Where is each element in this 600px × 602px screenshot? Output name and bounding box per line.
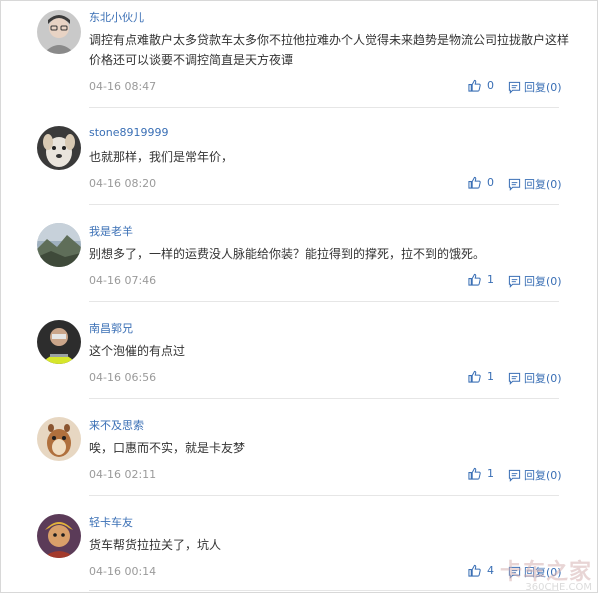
- like-button[interactable]: 1: [468, 370, 494, 383]
- avatar-landscape-icon: [37, 223, 81, 267]
- comment-time: 04-16 02:11: [89, 468, 157, 481]
- reply-comment-icon: [508, 372, 521, 385]
- reply-button[interactable]: 回复(0): [508, 273, 562, 289]
- divider: [89, 398, 559, 399]
- reply-label: 回复(0): [524, 469, 562, 482]
- comment-text: 这个泡催的有点过: [89, 344, 186, 358]
- username[interactable]: 南昌郭兄: [89, 320, 133, 336]
- comment-text: 别想多了，一样的运费没人脉能给你装？能拉得到的撑死，拉不到的饿死。: [89, 247, 486, 261]
- comment-item: 我是老羊 别想多了，一样的运费没人脉能给你装？能拉得到的撑死，拉不到的饿死。 0…: [0, 214, 600, 311]
- like-button[interactable]: 0: [468, 79, 494, 92]
- like-button[interactable]: 4: [468, 564, 494, 577]
- comment-text: 调控有点难散户太多贷款车太多你不拉他拉难办个人觉得未来趋势是物流公司拉拢散户这样…: [89, 33, 570, 67]
- thumbs-up-icon: [468, 370, 481, 383]
- reply-label: 回复(0): [524, 178, 562, 191]
- user-avatar[interactable]: [37, 223, 81, 267]
- username[interactable]: 东北小伙儿: [89, 9, 144, 25]
- thumbs-up-icon: [468, 176, 481, 189]
- divider: [89, 495, 559, 496]
- thumbs-up-icon: [468, 564, 481, 577]
- username[interactable]: 来不及思索: [89, 417, 144, 433]
- reply-button[interactable]: 回复(0): [508, 467, 562, 483]
- user-avatar[interactable]: [37, 514, 81, 558]
- reply-button[interactable]: 回复(0): [508, 370, 562, 386]
- like-count: 1: [487, 467, 494, 480]
- reply-comment-icon: [508, 469, 521, 482]
- reply-comment-icon: [508, 275, 521, 288]
- reply-comment-icon: [508, 178, 521, 191]
- avatar-chipmunk-icon: [37, 417, 81, 461]
- reply-label: 回复(0): [524, 372, 562, 385]
- reply-button[interactable]: 回复(0): [508, 176, 562, 192]
- comment-time: 04-16 07:46: [89, 274, 157, 287]
- username[interactable]: 我是老羊: [89, 223, 133, 239]
- comment-time: 04-16 08:20: [89, 177, 157, 190]
- reply-label: 回复(0): [524, 81, 562, 94]
- username[interactable]: 轻卡车友: [89, 514, 133, 530]
- user-avatar[interactable]: [37, 126, 81, 170]
- like-count: 0: [487, 79, 494, 92]
- avatar-person-glasses-icon: [37, 10, 81, 54]
- reply-button[interactable]: 回复(0): [508, 79, 562, 95]
- comment-time: 04-16 00:14: [89, 565, 157, 578]
- divider: [89, 204, 559, 205]
- avatar-worker-vest-icon: [37, 320, 81, 364]
- user-avatar[interactable]: [37, 320, 81, 364]
- like-count: 1: [487, 273, 494, 286]
- divider: [89, 590, 559, 591]
- comment-text: 货车帮货拉拉关了，坑人: [89, 538, 222, 552]
- like-count: 0: [487, 176, 494, 189]
- comment-text: 也就那样，我们是常年价，: [89, 150, 234, 164]
- comment-text: 唉，口惠而不实，就是卡友梦: [89, 441, 246, 455]
- comment-item: stone8919999 也就那样，我们是常年价， 04-16 08:20 0 …: [0, 117, 600, 214]
- avatar-monkey-king-icon: [37, 514, 81, 558]
- like-button[interactable]: 1: [468, 273, 494, 286]
- avatar-dog-icon: [37, 126, 81, 170]
- user-avatar[interactable]: [37, 417, 81, 461]
- like-button[interactable]: 0: [468, 176, 494, 189]
- thumbs-up-icon: [468, 273, 481, 286]
- comment-time: 04-16 08:47: [89, 80, 157, 93]
- thumbs-up-icon: [468, 79, 481, 92]
- divider: [89, 301, 559, 302]
- comment-item: 东北小伙儿 调控有点难散户太多贷款车太多你不拉他拉难办个人觉得未来趋势是物流公司…: [0, 0, 600, 108]
- divider: [89, 107, 559, 108]
- username[interactable]: stone8919999: [89, 126, 169, 139]
- like-count: 1: [487, 370, 494, 383]
- reply-comment-icon: [508, 81, 521, 94]
- user-avatar[interactable]: [37, 10, 81, 54]
- like-button[interactable]: 1: [468, 467, 494, 480]
- site-watermark: 卡车之家 360CHE.COM: [500, 554, 592, 593]
- thumbs-up-icon: [468, 467, 481, 480]
- comment-item: 来不及思索 唉，口惠而不实，就是卡友梦 04-16 02:11 1 回复(0): [0, 408, 600, 505]
- comment-item: 南昌郭兄 这个泡催的有点过 04-16 06:56 1 回复(0): [0, 311, 600, 408]
- comment-time: 04-16 06:56: [89, 371, 157, 384]
- reply-label: 回复(0): [524, 275, 562, 288]
- like-count: 4: [487, 564, 494, 577]
